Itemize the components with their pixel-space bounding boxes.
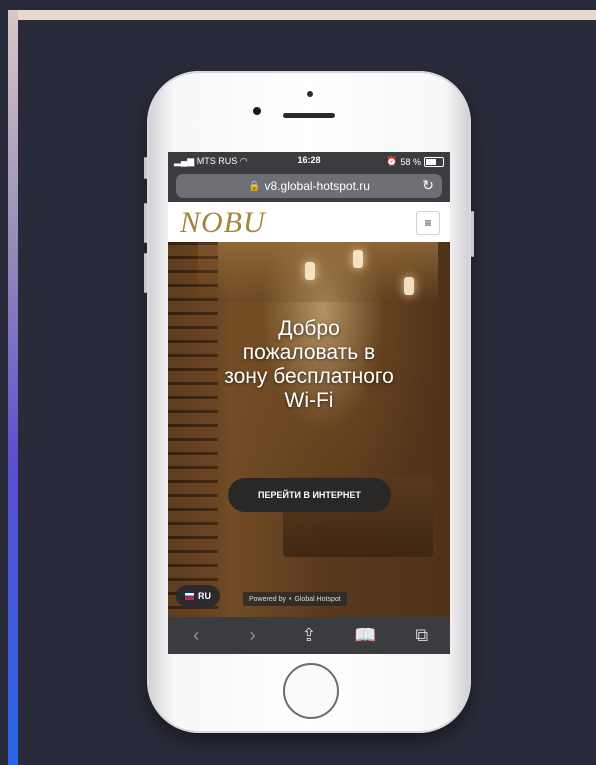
alarm-icon: ⏰ bbox=[386, 156, 398, 166]
browser-toolbar: ‹ › ⇪ 📖 ⧉ bbox=[168, 617, 450, 654]
language-selector[interactable]: RU bbox=[176, 585, 220, 607]
hero-section: Добро пожаловать в зону бесплатного Wi-F… bbox=[168, 242, 450, 617]
welcome-line: пожаловать в bbox=[242, 341, 376, 364]
battery-info: ⏰ 58 % bbox=[386, 156, 444, 167]
powered-by-badge[interactable]: Powered by • Global Hotspot bbox=[243, 592, 347, 606]
background-frame: ▂▄▆ MTS RUS ◠ 16:28 ⏰ 58 % 🔒 v8.global-h… bbox=[0, 0, 596, 765]
bookmarks-icon[interactable]: 📖 bbox=[350, 625, 380, 646]
go-online-button[interactable]: ПЕРЕЙТИ В ИНТЕРНЕТ bbox=[228, 478, 391, 512]
hotspot-logo-icon: • bbox=[288, 595, 292, 603]
url-bar[interactable]: 🔒 v8.global-hotspot.ru ↻ bbox=[176, 174, 442, 198]
site-navbar: NOBU ≡ bbox=[168, 202, 450, 242]
battery-percent: 58 % bbox=[400, 156, 421, 167]
tabs-icon[interactable]: ⧉ bbox=[407, 625, 437, 646]
earpiece-speaker bbox=[283, 113, 335, 118]
battery-icon bbox=[424, 156, 444, 167]
left-gradient-strip bbox=[8, 10, 18, 765]
phone-screen: ▂▄▆ MTS RUS ◠ 16:28 ⏰ 58 % 🔒 v8.global-h… bbox=[168, 152, 450, 654]
powered-by-label: Powered by bbox=[249, 595, 286, 603]
welcome-line: зону бесплатного bbox=[224, 365, 394, 388]
lock-icon: 🔒 bbox=[248, 180, 261, 192]
share-icon[interactable]: ⇪ bbox=[294, 625, 324, 646]
ceiling-image bbox=[198, 242, 438, 302]
hamburger-menu-icon[interactable]: ≡ bbox=[416, 211, 440, 235]
power-button bbox=[471, 211, 474, 257]
iphone-mockup: ▂▄▆ MTS RUS ◠ 16:28 ⏰ 58 % 🔒 v8.global-h… bbox=[144, 71, 474, 733]
front-camera bbox=[253, 107, 261, 115]
forward-icon[interactable]: › bbox=[238, 625, 268, 646]
volume-up-button bbox=[144, 203, 147, 243]
russian-flag-icon bbox=[185, 592, 194, 600]
top-accent-strip bbox=[8, 10, 596, 20]
powered-by-brand: Global Hotspot bbox=[294, 595, 341, 603]
proximity-sensor bbox=[307, 91, 313, 97]
volume-down-button bbox=[144, 253, 147, 293]
status-bar: ▂▄▆ MTS RUS ◠ 16:28 ⏰ 58 % bbox=[168, 152, 450, 170]
lamp-image bbox=[305, 262, 315, 280]
nobu-logo[interactable]: NOBU bbox=[180, 206, 266, 240]
welcome-heading: Добро пожаловать в зону бесплатного Wi-F… bbox=[198, 317, 420, 413]
welcome-line: Wi-Fi bbox=[284, 389, 334, 412]
home-button[interactable] bbox=[283, 663, 339, 719]
browser-address-area: 🔒 v8.global-hotspot.ru ↻ bbox=[168, 170, 450, 202]
mute-switch bbox=[144, 157, 147, 179]
url-text: v8.global-hotspot.ru bbox=[264, 179, 370, 193]
lamp-image bbox=[404, 277, 414, 295]
welcome-line: Добро bbox=[278, 317, 340, 340]
language-code: RU bbox=[198, 591, 211, 601]
back-icon[interactable]: ‹ bbox=[181, 625, 211, 646]
wall-paneling-image bbox=[168, 242, 218, 617]
lamp-image bbox=[353, 250, 363, 268]
reload-icon[interactable]: ↻ bbox=[422, 177, 434, 194]
